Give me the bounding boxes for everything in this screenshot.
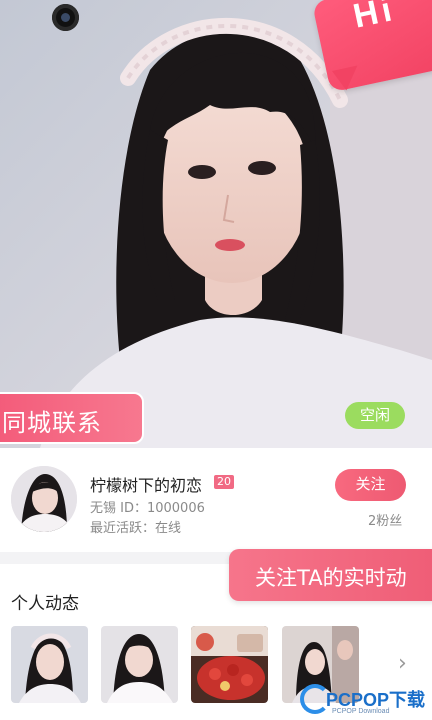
watermark: PCPOP下载 PCPOP Download [300, 682, 432, 720]
last-active: 最近活跃：在线 [90, 521, 182, 536]
moment-photo-3-image [191, 626, 268, 703]
nickname: 柠檬树下的初恋 [90, 476, 203, 495]
moment-photo-1[interactable] [11, 626, 88, 703]
moment-photo-2[interactable] [101, 626, 178, 703]
moment-photo-2-image [101, 626, 178, 703]
profile-hero-photo[interactable]: Hi 同城联系 空闲 [0, 0, 432, 448]
chevron-right-icon[interactable]: › [398, 652, 414, 676]
profile-info-row: 柠檬树下的初恋 20 无锡 ID：1000006 最近活跃：在线 关注 2粉丝 [0, 448, 432, 552]
follow-realtime-banner[interactable]: 关注TA的实时动 [229, 549, 432, 601]
moment-photo-1-image [11, 626, 88, 703]
follow-button[interactable]: 关注 [335, 469, 406, 501]
status-badge: 空闲 [345, 402, 405, 429]
avatar[interactable] [11, 466, 77, 532]
camera-notch-icon [52, 4, 79, 31]
follow-realtime-label: 关注TA的实时动 [255, 566, 407, 590]
local-contact-banner[interactable]: 同城联系 [0, 392, 144, 444]
fans-count: 2粉丝 [368, 514, 403, 529]
watermark-subtext: PCPOP Download [332, 708, 390, 715]
avatar-image [11, 466, 77, 532]
promo-text: Hi [349, 0, 399, 36]
moments-title: 个人动态 [11, 594, 79, 614]
moment-photo-3[interactable] [191, 626, 268, 703]
local-contact-label: 同城联系 [2, 409, 102, 437]
user-id: 无锡 ID：1000006 [90, 501, 205, 516]
age-badge: 20 [214, 475, 234, 489]
